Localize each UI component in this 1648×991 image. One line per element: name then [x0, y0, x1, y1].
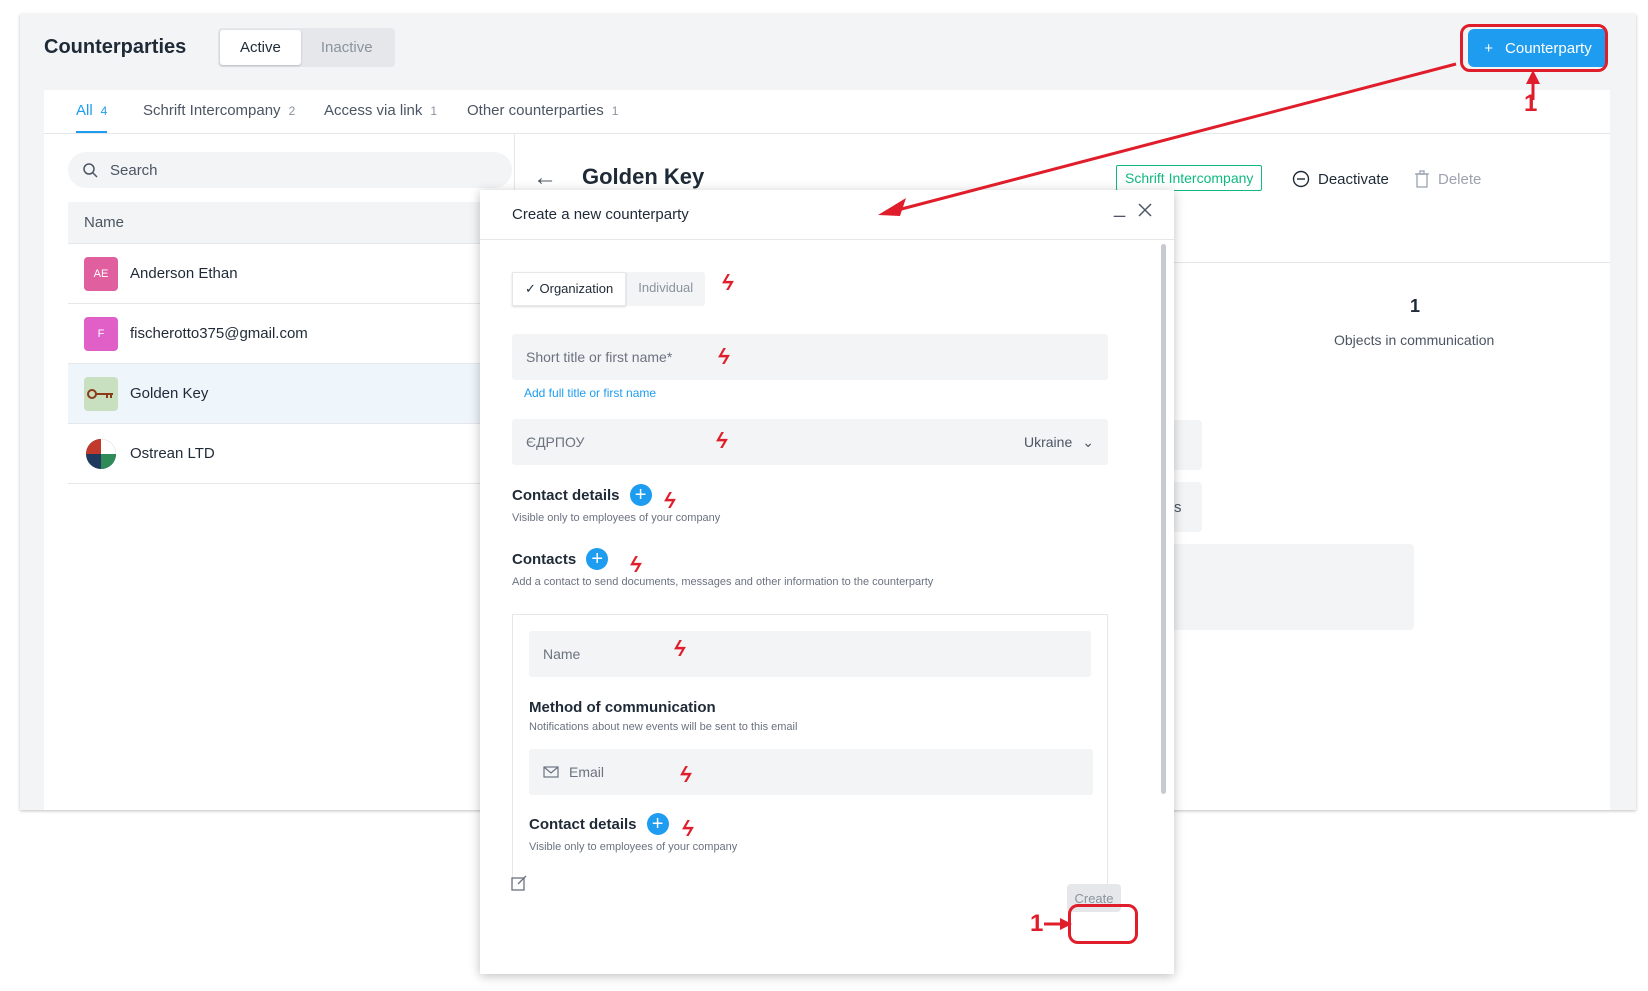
highlight-counterparty-button: [1460, 24, 1608, 72]
annotation-overlay: [878, 62, 1540, 930]
step-number-top: 1: [1524, 90, 1538, 117]
highlight-create-button: [1068, 904, 1138, 944]
step-number-bottom: 1: [1030, 910, 1044, 937]
